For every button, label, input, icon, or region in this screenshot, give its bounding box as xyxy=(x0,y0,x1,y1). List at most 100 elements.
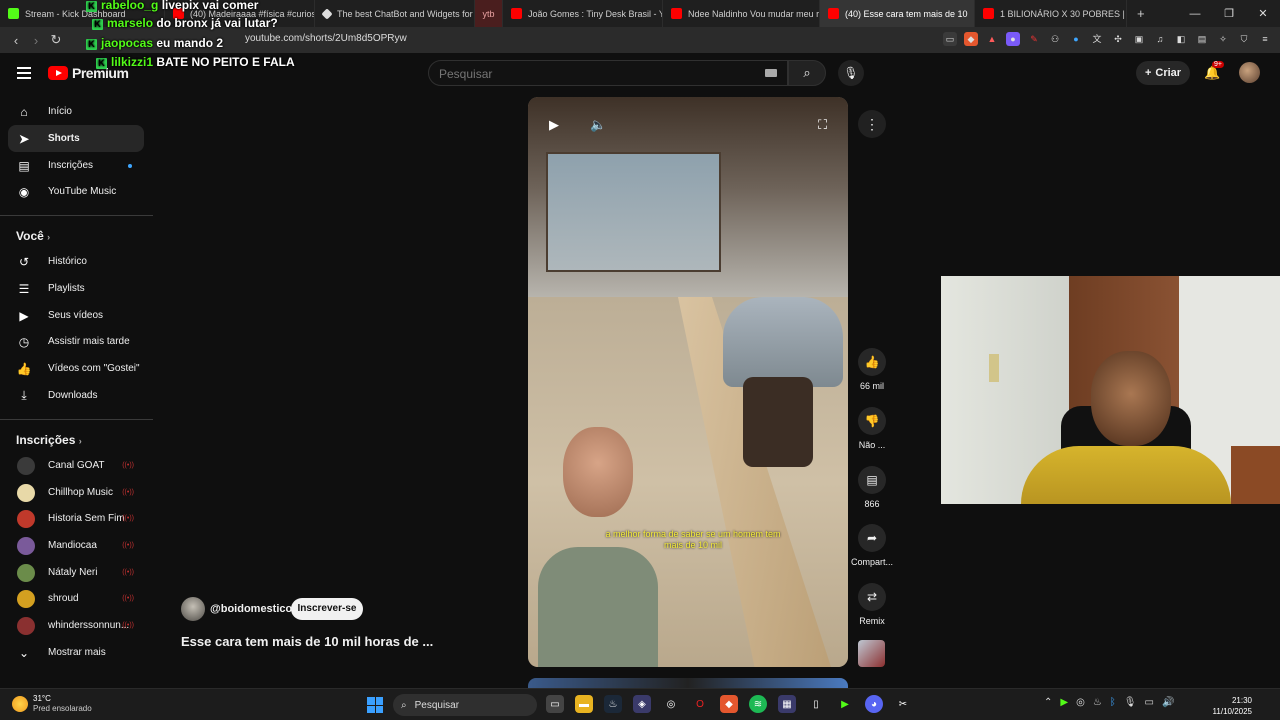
discord-icon[interactable]: ◕ xyxy=(865,695,883,713)
sidebar-toggle-icon[interactable]: ◧ xyxy=(1174,32,1188,46)
bluetooth-icon[interactable]: ᛒ xyxy=(1110,697,1116,708)
sidebar-sub-whindersson[interactable]: whinderssonnun... ((•)) xyxy=(8,612,144,639)
kick-icon[interactable]: ▶ xyxy=(836,695,854,713)
sidebar-item-history[interactable]: ↺ Histórico xyxy=(8,248,144,275)
extension-icon[interactable]: ● xyxy=(1006,32,1020,46)
sidebar-sub-nataly-neri[interactable]: Nátaly Neri ((•)) xyxy=(8,559,144,586)
opera-icon[interactable]: O xyxy=(691,695,709,713)
search-button[interactable]: ⌕ xyxy=(788,60,826,86)
screenshot-icon[interactable]: ▣ xyxy=(1132,32,1146,46)
tab-chatbot[interactable]: The best ChatBot and Widgets for xyxy=(315,0,475,27)
mic-tray-icon[interactable]: 🎙 xyxy=(1124,697,1137,708)
windows-start-icon[interactable] xyxy=(367,697,383,713)
leo-ai-icon[interactable]: ✧ xyxy=(1216,32,1230,46)
puzzle-icon[interactable]: ✣ xyxy=(1111,32,1125,46)
sidebar-sub-historia-sem-fim[interactable]: Historia Sem Fim ((•)) xyxy=(8,505,144,532)
weather-widget[interactable]: 31°C Pred ensolarado xyxy=(12,694,92,714)
chevron-up-icon[interactable]: ⌃ xyxy=(1044,697,1052,708)
task-view-icon[interactable]: ▭ xyxy=(546,695,564,713)
sidebar-item-playlists[interactable]: ☰ Playlists xyxy=(8,275,144,302)
shorts-video-player[interactable]: a melhor forma de saber se um homem tem … xyxy=(528,97,848,667)
taskbar-clock[interactable]: 21:30 11/10/2025 xyxy=(1213,695,1252,717)
comments-button[interactable]: ▤ 866 xyxy=(848,466,896,509)
sidebar-item-your-videos[interactable]: ▶ Seus vídeos xyxy=(8,302,144,329)
pen-extension-icon[interactable]: ✎ xyxy=(1027,32,1041,46)
sidebar-item-youtube-music[interactable]: ◉ YouTube Music xyxy=(8,178,144,205)
dislike-icon: 👎 xyxy=(858,407,886,435)
file-icon[interactable]: ▯ xyxy=(807,695,825,713)
sidebar-item-shorts[interactable]: ➤ Shorts xyxy=(8,125,144,152)
sidebar-sub-canal-goat[interactable]: Canal GOAT ((•)) xyxy=(8,452,144,479)
circle-extension-icon[interactable]: ● xyxy=(1069,32,1083,46)
play-icon[interactable]: ▶ xyxy=(549,117,559,133)
brave-icon[interactable]: ◆ xyxy=(720,695,738,713)
tray-app-icon[interactable]: ◎ xyxy=(1076,697,1085,708)
hamburger-menu-icon[interactable] xyxy=(17,67,31,82)
sidebar-show-more[interactable]: ⌄ Mostrar mais xyxy=(8,639,144,666)
new-tab-button[interactable]: + xyxy=(1137,6,1145,21)
sidebar-item-watch-later[interactable]: ◷ Assistir mais tarde xyxy=(8,328,144,355)
share-button[interactable]: ➦ Compart... xyxy=(848,524,896,567)
speaker-icon[interactable]: 🔊 xyxy=(1162,697,1174,708)
steam-icon[interactable]: ♨ xyxy=(604,695,622,713)
translate-icon[interactable]: 文 xyxy=(1090,32,1104,46)
sidebar-sub-mandiocaa[interactable]: Mandiocaa ((•)) xyxy=(8,532,144,559)
sidebar-item-liked-videos[interactable]: 👍 Vídeos com "Gostei" xyxy=(8,355,144,382)
volume-icon[interactable]: 🔈 xyxy=(590,117,606,133)
notifications-button[interactable]: 🔔 9+ xyxy=(1204,61,1224,81)
restore-icon[interactable]: ❐ xyxy=(1212,7,1246,20)
file-explorer-icon[interactable]: ▬ xyxy=(575,695,593,713)
sidebar-section-you[interactable]: Você › xyxy=(16,229,50,243)
wallet-icon[interactable]: ▤ xyxy=(1195,32,1209,46)
sidebar-section-subscriptions[interactable]: Inscrições › xyxy=(16,433,82,447)
forward-icon[interactable]: › xyxy=(26,33,46,48)
like-icon: 👍 xyxy=(858,348,886,376)
cast-icon[interactable]: ▭ xyxy=(943,32,957,46)
like-button[interactable]: 👍 66 mil xyxy=(848,348,896,391)
menu-icon[interactable]: ≡ xyxy=(1258,32,1272,46)
audio-source-thumbnail[interactable] xyxy=(858,640,885,667)
obs-icon[interactable]: ◎ xyxy=(662,695,680,713)
dislike-button[interactable]: 👎 Não ... xyxy=(848,407,896,450)
subscribe-button[interactable]: Inscrever-se xyxy=(291,598,363,620)
minimize-icon[interactable]: — xyxy=(1178,8,1212,20)
sidebar-sub-shroud[interactable]: shroud ((•)) xyxy=(8,585,144,612)
app2-icon[interactable]: ▦ xyxy=(778,695,796,713)
brave-shield-icon[interactable]: ◆ xyxy=(964,32,978,46)
reload-icon[interactable]: ↻ xyxy=(46,32,66,48)
keyboard-icon[interactable] xyxy=(765,69,777,77)
tray-play-icon[interactable]: ▶ xyxy=(1060,697,1068,708)
search-input[interactable] xyxy=(429,61,729,87)
create-button[interactable]: + Criar xyxy=(1136,61,1190,85)
sidebar-item-subscriptions[interactable]: ▤ Inscrições xyxy=(8,152,144,179)
network-icon[interactable]: ▭ xyxy=(1145,697,1154,708)
voice-search-button[interactable]: 🎙 xyxy=(838,60,864,86)
brave-rewards-icon[interactable]: ▲ xyxy=(985,32,999,46)
gamepad-extension-icon[interactable]: ⚇ xyxy=(1048,32,1062,46)
sidebar-item-downloads[interactable]: ⤓ Downloads xyxy=(8,382,144,409)
tab-joao-gomes[interactable]: João Gomes : Tiny Desk Brasil - You xyxy=(503,0,663,27)
fullscreen-icon[interactable]: ⛶ xyxy=(818,117,827,133)
tab-esse-cara-active[interactable]: (40) Esse cara tem mais de 10✕ xyxy=(820,0,975,27)
spotify-icon[interactable]: ≋ xyxy=(749,695,767,713)
url-field[interactable]: youtube.com/shorts/2Um8d5OPRyw xyxy=(245,33,407,44)
sidebar-sub-chillhop-music[interactable]: Chillhop Music ((•)) xyxy=(8,479,144,506)
close-window-icon[interactable]: ✕ xyxy=(1246,7,1280,20)
tab-group-ytb[interactable]: ytb xyxy=(475,0,503,27)
capcut-icon[interactable]: ✂ xyxy=(894,695,912,713)
short-title[interactable]: Esse cara tem mais de 10 mil horas de ..… xyxy=(181,634,433,649)
media-icon[interactable]: ♫ xyxy=(1153,32,1167,46)
more-options-button[interactable]: ⋮ xyxy=(858,110,886,138)
taskbar-search[interactable]: ⌕ Pesquisar xyxy=(393,694,537,716)
channel-handle[interactable]: @boidomestico xyxy=(210,603,292,615)
tray-steam-icon[interactable]: ♨ xyxy=(1093,697,1102,708)
vpn-icon[interactable]: ⛉ xyxy=(1237,32,1251,46)
account-avatar[interactable] xyxy=(1239,62,1260,83)
back-icon[interactable]: ‹ xyxy=(6,33,26,48)
tab-ndee-naldinho[interactable]: Ndee Naldinho Vou mudar meu ru xyxy=(663,0,820,27)
channel-avatar[interactable] xyxy=(181,597,205,621)
tab-bilionario[interactable]: 1 BILIONÁRIO X 30 POBRES | FT. PA xyxy=(975,0,1127,27)
app-icon[interactable]: ◈ xyxy=(633,695,651,713)
sidebar-item-home[interactable]: ⌂ Início xyxy=(8,98,144,125)
remix-button[interactable]: ⇄ Remix xyxy=(848,583,896,626)
